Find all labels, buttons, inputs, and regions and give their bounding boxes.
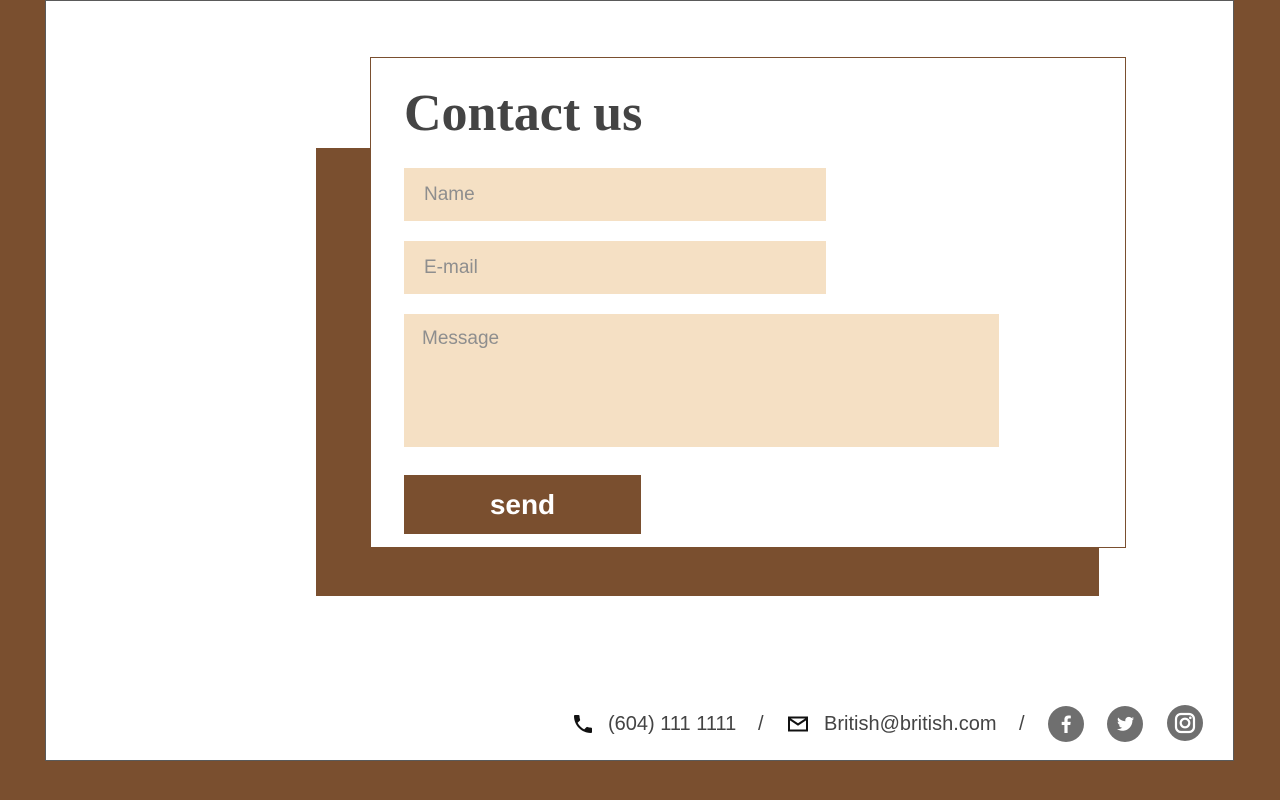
page-title: Contact us — [404, 85, 643, 142]
name-input[interactable] — [404, 168, 826, 221]
phone-icon — [571, 712, 595, 736]
send-button[interactable]: send — [404, 475, 641, 534]
twitter-icon[interactable] — [1107, 706, 1143, 742]
facebook-icon[interactable] — [1048, 706, 1084, 742]
email-input[interactable] — [404, 241, 826, 294]
phone-number[interactable]: (604) 111 1111 — [608, 709, 736, 739]
email-link[interactable]: British@british.com — [824, 709, 997, 739]
message-input[interactable] — [404, 314, 999, 447]
instagram-icon[interactable] — [1167, 705, 1203, 741]
footer-separator: / — [1019, 713, 1025, 735]
mail-icon — [786, 712, 810, 736]
footer-separator: / — [758, 713, 764, 735]
